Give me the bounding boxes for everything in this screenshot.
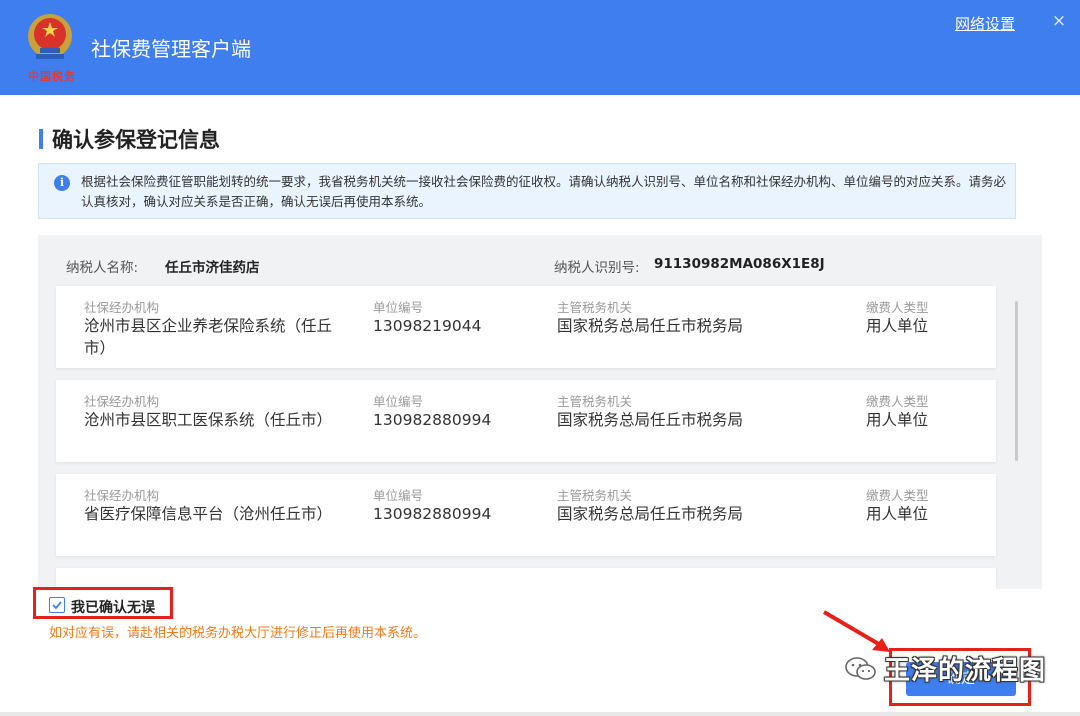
confirm-label[interactable]: 我已确认无误 (71, 597, 155, 617)
page-title: 确认参保登记信息 (52, 128, 220, 152)
title-bar: 中国税务 社保费管理客户端 网络设置 × (0, 0, 1080, 95)
taxpayer-name-label: 纳税人名称: (66, 260, 139, 276)
org-label: 社保经办机构 (84, 300, 160, 315)
tax-office-value: 国家税务总局任丘市税务局 (557, 505, 744, 523)
taxpayer-id-value: 91130982MA086X1E8J (654, 256, 825, 272)
scrollbar[interactable] (1010, 285, 1022, 575)
confirm-checkbox[interactable] (49, 597, 65, 613)
list-item: 社保经办机构 省医疗保障信息平台（沧州任丘市） 单位编号 13098288099… (56, 474, 996, 556)
wechat-icon (845, 657, 876, 680)
tax-office-label: 主管税务机关 (557, 488, 633, 503)
org-value: 沧州市县区企业养老保险系统（任丘市） (84, 317, 333, 357)
list-item: 社保经办机构 沧州市县区职工医保系统（任丘市） 单位编号 13098288099… (56, 380, 996, 462)
warning-text: 如对应有误，请赴相关的税务办税大厅进行修正后再使用本系统。 (49, 626, 427, 641)
org-value: 沧州市县区职工医保系统（任丘市） (84, 411, 333, 429)
org-label: 社保经办机构 (84, 488, 160, 503)
payer-type-value: 用人单位 (866, 317, 929, 335)
payer-type-value: 用人单位 (866, 411, 929, 429)
payer-type-value: 用人单位 (866, 505, 929, 523)
scrollbar-thumb[interactable] (1015, 301, 1018, 461)
tax-emblem-icon (28, 14, 72, 59)
app-title: 社保费管理客户端 (91, 37, 251, 61)
tax-office-label: 主管税务机关 (557, 300, 633, 315)
payer-type-label: 缴费人类型 (866, 300, 929, 315)
close-button[interactable]: × (1049, 11, 1069, 31)
taxpayer-id-label: 纳税人识别号: (554, 260, 640, 276)
unit-no-value: 130982880994 (373, 411, 492, 429)
unit-no-value: 13098219044 (373, 317, 482, 335)
brand-script-logo: 中国税务 (28, 70, 76, 83)
unit-no-label: 单位编号 (373, 300, 424, 315)
info-icon: i (54, 175, 70, 191)
list-item-partial (56, 568, 996, 589)
unit-no-value: 130982880994 (373, 505, 492, 523)
bottom-divider (0, 712, 1080, 716)
unit-no-label: 单位编号 (373, 488, 424, 503)
payer-type-label: 缴费人类型 (866, 488, 929, 503)
tax-office-label: 主管税务机关 (557, 394, 633, 409)
watermark-text: 王泽的流程图 (884, 656, 1047, 686)
payer-type-label: 缴费人类型 (866, 394, 929, 409)
tax-office-value: 国家税务总局任丘市税务局 (557, 317, 744, 335)
notice-box: i 根据社会保险费征管职能划转的统一要求，我省税务机关统一接收社会保险费的征收权… (38, 163, 1016, 219)
section-accent-bar (39, 129, 43, 149)
notice-text: 根据社会保险费征管职能划转的统一要求，我省税务机关统一接收社会保险费的征收权。请… (81, 174, 1007, 209)
org-label: 社保经办机构 (84, 394, 160, 409)
tax-office-value: 国家税务总局任丘市税务局 (557, 411, 744, 429)
checkmark-icon (52, 601, 62, 610)
unit-no-label: 单位编号 (373, 394, 424, 409)
taxpayer-name-value: 任丘市济佳药店 (165, 260, 260, 276)
network-settings-link[interactable]: 网络设置 (955, 13, 1015, 34)
list-item: 社保经办机构 沧州市县区企业养老保险系统（任丘市） 单位编号 130982190… (56, 286, 996, 368)
registration-panel: 纳税人名称: 任丘市济佳药店 纳税人识别号: 91130982MA086X1E8… (38, 235, 1042, 589)
org-value: 省医疗保障信息平台（沧州任丘市） (84, 505, 333, 523)
